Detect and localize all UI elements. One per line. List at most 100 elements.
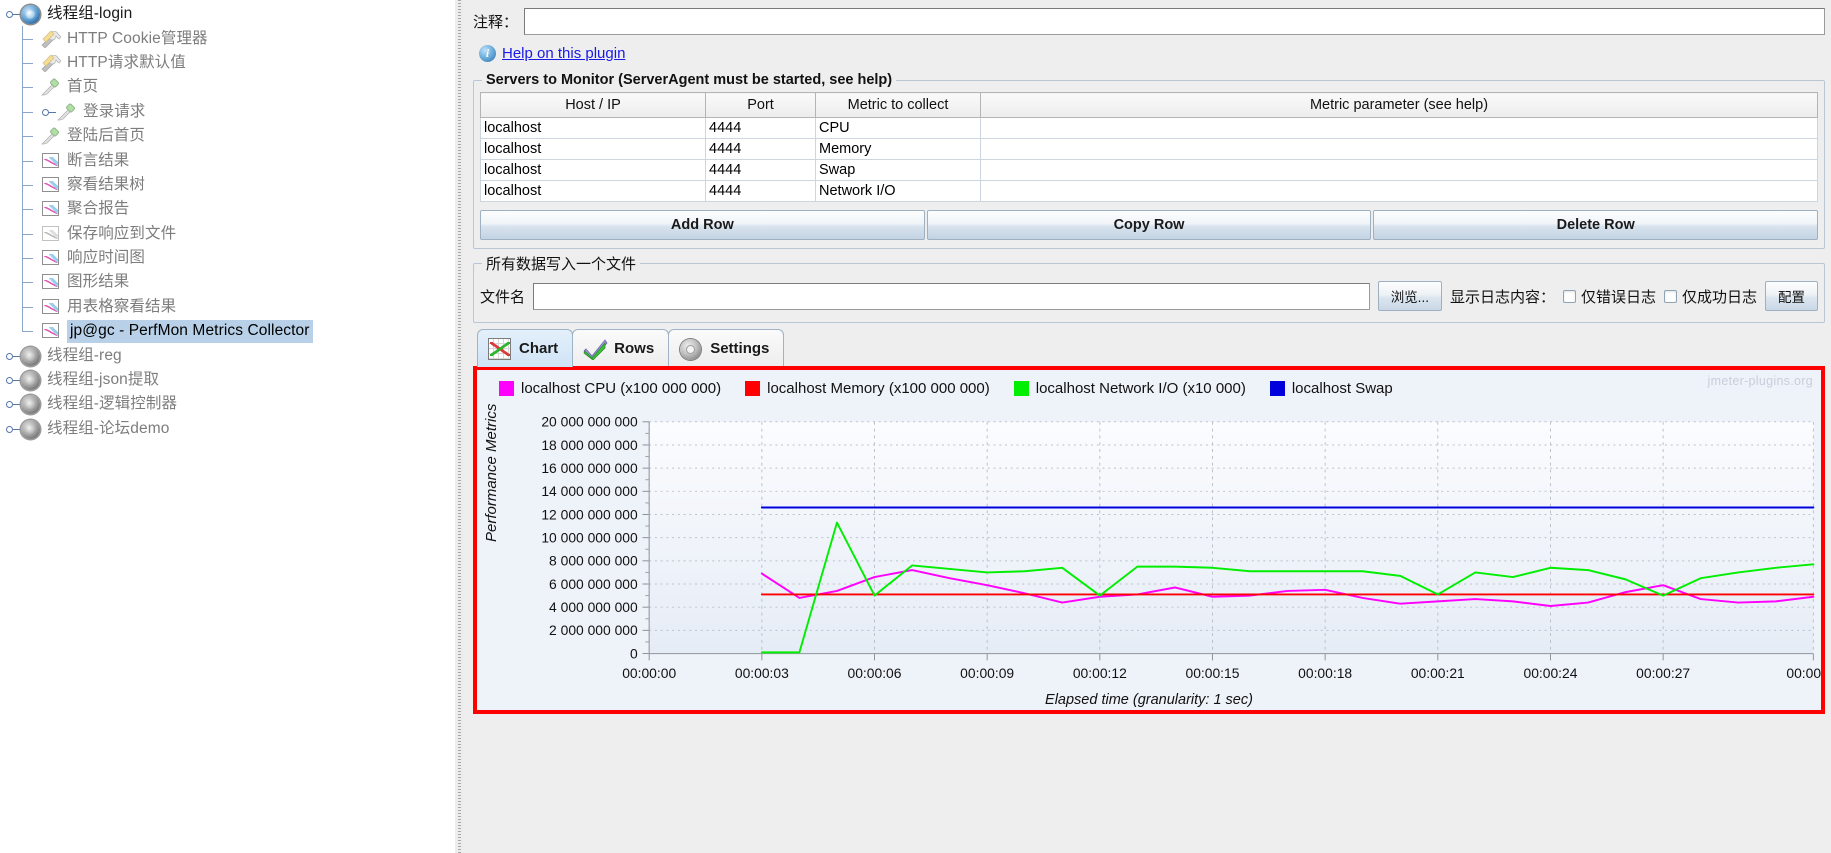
legend-item-3[interactable]: localhost Swap xyxy=(1269,380,1393,397)
tree-branch-icon xyxy=(18,171,40,197)
tree-item-0[interactable]: 线程组-login xyxy=(0,2,455,26)
write-all-data-legend: 所有数据写入一个文件 xyxy=(486,256,637,273)
test-plan-tree[interactable]: 线程组-login HTTP Cookie管理器 HTTP请求默认值 首页 登录… xyxy=(0,0,455,853)
servers-cell-param[interactable] xyxy=(980,138,1818,160)
tree-expand-toggle[interactable] xyxy=(4,344,20,368)
tree-item-1[interactable]: HTTP Cookie管理器 xyxy=(0,25,455,51)
tree-item-9[interactable]: 保存响应到文件 xyxy=(0,220,455,246)
servers-cell-metric[interactable]: Swap xyxy=(815,159,981,181)
gear-grey-icon xyxy=(20,419,42,439)
tree-item-10[interactable]: 响应时间图 xyxy=(0,245,455,271)
svg-text:14 000 000 000: 14 000 000 000 xyxy=(541,483,638,499)
perfmon-collector-panel: 注释： i Help on this plugin Servers to Mon… xyxy=(465,0,1831,853)
tree-item-7[interactable]: 察看结果树 xyxy=(0,171,455,197)
copy-row-button[interactable]: Copy Row xyxy=(926,210,1372,240)
perfmon-chart: jmeter-plugins.org localhost CPU (x100 0… xyxy=(477,370,1821,710)
svg-text:00:00:09: 00:00:09 xyxy=(960,665,1014,681)
servers-to-monitor-group: Servers to Monitor (ServerAgent must be … xyxy=(473,72,1825,249)
tree-branch-icon xyxy=(18,123,40,149)
errors-only-checkbox[interactable]: 仅错误日志 xyxy=(1562,286,1656,307)
browse-button[interactable]: 浏览... xyxy=(1377,281,1442,311)
checkbox-icon[interactable] xyxy=(1663,289,1677,303)
servers-cell-host[interactable]: localhost xyxy=(480,138,706,160)
tree-item-6[interactable]: 断言结果 xyxy=(0,147,455,173)
svg-text:00:00:03: 00:00:03 xyxy=(735,665,789,681)
tab-label: Rows xyxy=(614,340,655,357)
configure-button[interactable]: 配置 xyxy=(1765,281,1818,311)
servers-cell-param[interactable] xyxy=(980,117,1818,139)
gear-grey-icon xyxy=(20,346,42,366)
checkbox-icon[interactable] xyxy=(1562,289,1576,303)
table-row[interactable]: localhost 4444 Memory xyxy=(480,138,1818,160)
success-only-checkbox[interactable]: 仅成功日志 xyxy=(1663,286,1757,307)
legend-item-2[interactable]: localhost Network I/O (x10 000) xyxy=(1013,380,1246,397)
servers-cell-port[interactable]: 4444 xyxy=(705,180,816,202)
svg-text:10 000 000 000: 10 000 000 000 xyxy=(541,529,638,545)
servers-col-header-3[interactable]: Metric parameter (see help) xyxy=(980,92,1818,118)
tree-expand-toggle[interactable] xyxy=(4,392,20,416)
tree-item-5[interactable]: 登陆后首页 xyxy=(0,123,455,149)
tree-item-3[interactable]: 首页 xyxy=(0,74,455,100)
comment-label: 注释： xyxy=(473,13,519,31)
table-row[interactable]: localhost 4444 CPU xyxy=(480,117,1818,139)
tree-expand-toggle[interactable] xyxy=(4,368,20,392)
tree-expand-toggle[interactable] xyxy=(40,100,56,124)
table-row[interactable]: localhost 4444 Swap xyxy=(480,159,1818,181)
tree-branch-icon xyxy=(18,269,40,295)
help-row: i Help on this plugin xyxy=(473,38,1825,68)
tree-branch-icon xyxy=(18,147,40,173)
tree-expand-toggle[interactable] xyxy=(4,417,20,441)
servers-cell-port[interactable]: 4444 xyxy=(705,117,816,139)
gear-icon xyxy=(679,337,703,361)
tree-item-12[interactable]: 用表格察看结果 xyxy=(0,293,455,319)
servers-cell-param[interactable] xyxy=(980,159,1818,181)
servers-table-body[interactable]: localhost 4444 CPU localhost 4444 Memory local… xyxy=(480,117,1818,202)
servers-cell-param[interactable] xyxy=(980,180,1818,202)
tab-chart[interactable]: Chart xyxy=(477,329,574,367)
servers-col-header-1[interactable]: Port xyxy=(705,92,816,118)
tree-item-15[interactable]: 线程组-json提取 xyxy=(0,368,455,392)
tab-rows[interactable]: Rows xyxy=(572,329,670,367)
help-on-plugin-link[interactable]: Help on this plugin xyxy=(502,45,625,62)
servers-cell-host[interactable]: localhost xyxy=(480,159,706,181)
tree-item-13[interactable]: jp@gc - PerfMon Metrics Collector xyxy=(0,318,455,343)
filename-input[interactable] xyxy=(533,282,1370,310)
svg-text:00:00:31: 00:00:31 xyxy=(1786,665,1821,681)
legend-item-1[interactable]: localhost Memory (x100 000 000) xyxy=(745,380,990,397)
tree-item-17[interactable]: 线程组-论坛demo xyxy=(0,417,455,441)
tree-item-label: 用表格察看结果 xyxy=(67,297,177,315)
tree-item-11[interactable]: 图形结果 xyxy=(0,269,455,295)
legend-swatch xyxy=(499,381,514,396)
tree-item-2[interactable]: HTTP请求默认值 xyxy=(0,49,455,75)
result-tabs[interactable]: Chart Rows Settings xyxy=(473,327,1825,367)
servers-cell-port[interactable]: 4444 xyxy=(705,159,816,181)
servers-cell-port[interactable]: 4444 xyxy=(705,138,816,160)
tree-item-14[interactable]: 线程组-reg xyxy=(0,343,455,367)
tree-item-label: 登陆后首页 xyxy=(67,127,146,145)
panel-splitter[interactable] xyxy=(455,0,465,853)
tree-item-8[interactable]: 聚合报告 xyxy=(0,196,455,222)
svg-text:0: 0 xyxy=(630,645,638,661)
tree-item-4[interactable]: 登录请求 xyxy=(0,98,455,124)
servers-col-header-2[interactable]: Metric to collect xyxy=(815,92,981,118)
servers-cell-host[interactable]: localhost xyxy=(480,117,706,139)
graph-icon xyxy=(40,199,62,219)
delete-row-button[interactable]: Delete Row xyxy=(1373,210,1819,240)
servers-cell-metric[interactable]: CPU xyxy=(815,117,981,139)
tree-expand-toggle[interactable] xyxy=(4,2,20,26)
servers-cell-metric[interactable]: Memory xyxy=(815,138,981,160)
servers-col-header-0[interactable]: Host / IP xyxy=(480,92,706,118)
servers-cell-host[interactable]: localhost xyxy=(480,180,706,202)
comment-input[interactable] xyxy=(524,7,1825,35)
table-row[interactable]: localhost 4444 Network I/O xyxy=(480,180,1818,202)
wrench-icon xyxy=(40,29,62,49)
pipette-icon xyxy=(40,77,62,97)
legend-item-0[interactable]: localhost CPU (x100 000 000) xyxy=(499,380,721,397)
legend-swatch xyxy=(1269,381,1285,396)
add-row-button[interactable]: Add Row xyxy=(480,210,925,240)
legend-label: localhost Swap xyxy=(1291,380,1393,397)
tab-settings[interactable]: Settings xyxy=(668,329,785,367)
servers-table[interactable]: Host / IP Port Metric to collect Metric par… xyxy=(480,92,1818,202)
tree-item-16[interactable]: 线程组-逻辑控制器 xyxy=(0,392,455,416)
servers-cell-metric[interactable]: Network I/O xyxy=(815,180,981,202)
